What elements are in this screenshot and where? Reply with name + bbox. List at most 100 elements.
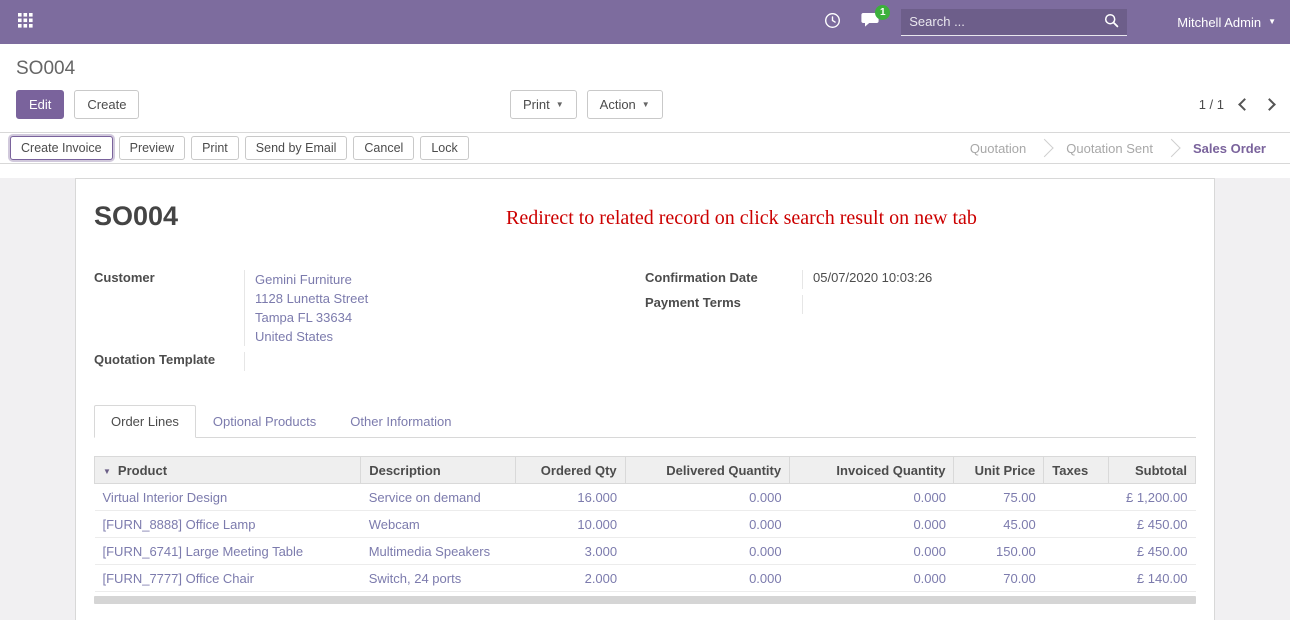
customer-name: Gemini Furniture [255, 270, 645, 289]
cell-unit-price[interactable]: 70.00 [954, 565, 1044, 592]
confirmation-date-field: Confirmation Date 05/07/2020 10:03:26 [645, 270, 1196, 289]
confirmation-date-label: Confirmation Date [645, 270, 802, 289]
stage-sales-order[interactable]: Sales Order [1177, 133, 1290, 163]
cell-description[interactable]: Webcam [361, 511, 516, 538]
cell-taxes[interactable] [1044, 511, 1109, 538]
cell-taxes[interactable] [1044, 565, 1109, 592]
order-line-row[interactable]: [FURN_7777] Office Chair Switch, 24 port… [95, 565, 1196, 592]
messages-menu-button[interactable]: 1 [861, 12, 881, 32]
user-menu[interactable]: Mitchell Admin ▼ [1147, 11, 1276, 34]
order-line-row[interactable]: [FURN_6741] Large Meeting Table Multimed… [95, 538, 1196, 565]
cell-subtotal[interactable]: £ 1,200.00 [1109, 484, 1196, 511]
breadcrumb-row: SO004 [0, 44, 1290, 84]
customer-street: 1128 Lunetta Street [255, 289, 645, 308]
pager-previous-button[interactable] [1238, 98, 1251, 111]
header-ordered-qty[interactable]: Ordered Qty [515, 457, 625, 484]
cell-invoiced-qty[interactable]: 0.000 [790, 484, 954, 511]
cell-invoiced-qty[interactable]: 0.000 [790, 565, 954, 592]
cell-unit-price[interactable]: 150.00 [954, 538, 1044, 565]
send-by-email-button[interactable]: Send by Email [245, 136, 348, 160]
user-name: Mitchell Admin [1177, 15, 1261, 30]
form-sheet: SO004 Redirect to related record on clic… [75, 178, 1215, 620]
print-dropdown-button[interactable]: Print ▼ [510, 90, 577, 119]
search-icon[interactable] [1104, 13, 1119, 31]
cell-invoiced-qty[interactable]: 0.000 [790, 511, 954, 538]
tab-other-information[interactable]: Other Information [333, 405, 468, 438]
cell-ordered-qty[interactable]: 2.000 [515, 565, 625, 592]
cell-subtotal[interactable]: £ 450.00 [1109, 511, 1196, 538]
header-delivered-qty[interactable]: Delivered Quantity [625, 457, 789, 484]
cell-invoiced-qty[interactable]: 0.000 [790, 538, 954, 565]
chevron-down-icon: ▼ [1268, 18, 1276, 26]
quotation-template-value [244, 352, 645, 371]
quotation-template-field: Quotation Template [94, 352, 645, 371]
header-taxes[interactable]: Taxes [1044, 457, 1109, 484]
cell-taxes[interactable] [1044, 484, 1109, 511]
cell-delivered-qty[interactable]: 0.000 [625, 565, 789, 592]
caret-down-icon: ▼ [556, 101, 564, 109]
cell-subtotal[interactable]: £ 450.00 [1109, 538, 1196, 565]
quotation-template-label: Quotation Template [94, 352, 244, 371]
field-groups: Customer Gemini Furniture 1128 Lunetta S… [94, 270, 1196, 377]
content-area: SO004 Redirect to related record on clic… [0, 178, 1290, 620]
stage-quotation-sent[interactable]: Quotation Sent [1050, 133, 1177, 163]
cell-subtotal[interactable]: £ 140.00 [1109, 565, 1196, 592]
cancel-button[interactable]: Cancel [353, 136, 414, 160]
cell-product[interactable]: [FURN_8888] Office Lamp [95, 511, 361, 538]
order-line-row[interactable]: [FURN_8888] Office Lamp Webcam 10.000 0.… [95, 511, 1196, 538]
create-button[interactable]: Create [74, 90, 139, 119]
cell-ordered-qty[interactable]: 10.000 [515, 511, 625, 538]
customer-field: Customer Gemini Furniture 1128 Lunetta S… [94, 270, 645, 346]
cell-unit-price[interactable]: 45.00 [954, 511, 1044, 538]
customer-label: Customer [94, 270, 244, 346]
payment-terms-label: Payment Terms [645, 295, 802, 314]
pager-next-button[interactable] [1263, 98, 1276, 111]
cell-unit-price[interactable]: 75.00 [954, 484, 1044, 511]
cell-delivered-qty[interactable]: 0.000 [625, 484, 789, 511]
payment-terms-value [802, 295, 1196, 314]
edit-button[interactable]: Edit [16, 90, 64, 119]
order-line-row[interactable]: Virtual Interior Design Service on deman… [95, 484, 1196, 511]
apps-menu-button[interactable] [14, 9, 37, 35]
avatar [1147, 11, 1170, 34]
lock-button[interactable]: Lock [420, 136, 468, 160]
cell-delivered-qty[interactable]: 0.000 [625, 538, 789, 565]
print-button[interactable]: Print [191, 136, 239, 160]
global-search-box[interactable] [901, 9, 1127, 36]
activities-menu-button[interactable] [824, 12, 841, 32]
caret-down-icon: ▼ [642, 101, 650, 109]
cell-description[interactable]: Service on demand [361, 484, 516, 511]
annotation-text: Redirect to related record on click sear… [506, 207, 977, 230]
cell-product[interactable]: Virtual Interior Design [95, 484, 361, 511]
payment-terms-field: Payment Terms [645, 295, 1196, 314]
action-dropdown-button[interactable]: Action ▼ [587, 90, 663, 119]
header-unit-price[interactable]: Unit Price [954, 457, 1044, 484]
stage-quotation[interactable]: Quotation [954, 133, 1050, 163]
record-statusbar: Create Invoice Preview Print Send by Ema… [0, 132, 1290, 164]
action-dropdown-label: Action [600, 97, 636, 112]
customer-value[interactable]: Gemini Furniture 1128 Lunetta Street Tam… [244, 270, 645, 346]
create-invoice-button[interactable]: Create Invoice [10, 136, 113, 160]
apps-grid-icon [18, 13, 33, 31]
cell-ordered-qty[interactable]: 3.000 [515, 538, 625, 565]
cell-product[interactable]: [FURN_7777] Office Chair [95, 565, 361, 592]
cell-ordered-qty[interactable]: 16.000 [515, 484, 625, 511]
search-input[interactable] [909, 14, 1104, 29]
order-lines-table: ▼Product Description Ordered Qty Deliver… [94, 456, 1196, 592]
header-product[interactable]: ▼Product [95, 457, 361, 484]
header-description[interactable]: Description [361, 457, 516, 484]
messages-count-badge: 1 [875, 5, 890, 20]
cell-taxes[interactable] [1044, 538, 1109, 565]
tab-order-lines[interactable]: Order Lines [94, 405, 196, 438]
cell-description[interactable]: Switch, 24 ports [361, 565, 516, 592]
cell-delivered-qty[interactable]: 0.000 [625, 511, 789, 538]
preview-button[interactable]: Preview [119, 136, 185, 160]
tab-optional-products[interactable]: Optional Products [196, 405, 333, 438]
cell-product[interactable]: [FURN_6741] Large Meeting Table [95, 538, 361, 565]
header-subtotal[interactable]: Subtotal [1109, 457, 1196, 484]
cell-description[interactable]: Multimedia Speakers [361, 538, 516, 565]
header-invoiced-qty[interactable]: Invoiced Quantity [790, 457, 954, 484]
caret-down-icon: ▼ [103, 467, 111, 476]
horizontal-scrollbar[interactable] [94, 596, 1196, 604]
pager-count[interactable]: 1 / 1 [1199, 97, 1224, 112]
